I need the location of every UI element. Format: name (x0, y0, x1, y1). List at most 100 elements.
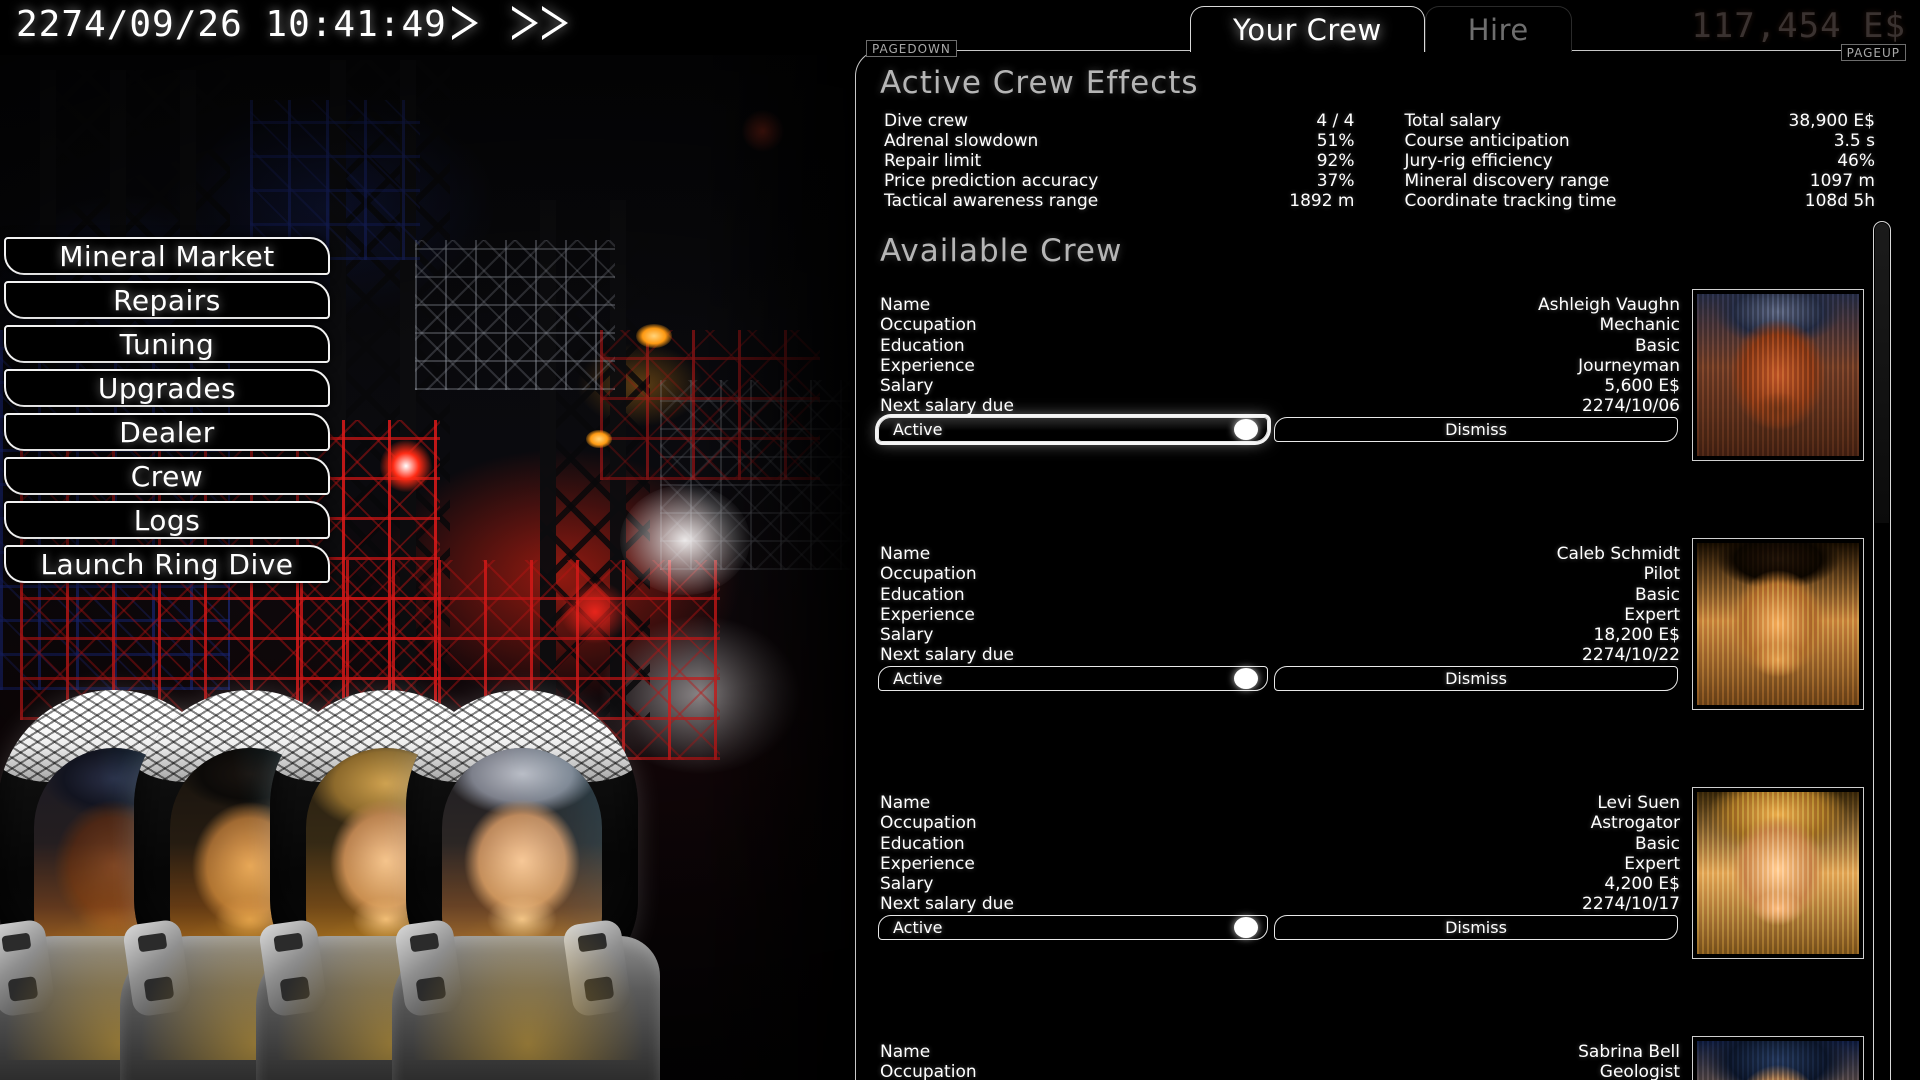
field-label: Salary (880, 625, 933, 645)
effect-value: 3.5 s (1834, 131, 1875, 151)
available-crew-list: Name Ashleigh Vaughn Occupation Mechanic… (856, 289, 1886, 1080)
crew-portrait (1692, 787, 1864, 959)
active-toggle[interactable]: Active (878, 915, 1268, 940)
crew-actions: Active Dismiss (878, 666, 1678, 692)
menu-item-tuning[interactable]: Tuning (4, 325, 330, 363)
fast-forward-icon[interactable] (512, 6, 568, 42)
field-label: Education (880, 585, 965, 605)
effect-row: Coordinate tracking time 108d 5h (1401, 191, 1876, 211)
effect-row: Jury-rig efficiency 46% (1401, 151, 1876, 171)
crew-fields: Name Sabrina Bell Occupation Geologist (880, 1042, 1680, 1080)
dismiss-button[interactable]: Dismiss (1274, 666, 1678, 691)
crew-field-salary: Salary 5,600 E$ (880, 376, 1680, 396)
crew-field-occupation: Occupation Pilot (880, 564, 1680, 584)
field-label: Next salary due (880, 396, 1014, 416)
effect-row: Price prediction accuracy 37% (880, 171, 1355, 191)
field-label: Experience (880, 854, 975, 874)
field-label: Education (880, 834, 965, 854)
crew-field-experience: Experience Expert (880, 854, 1680, 874)
field-value: Sabrina Bell (1578, 1042, 1680, 1062)
field-label: Experience (880, 356, 975, 376)
effect-label: Repair limit (884, 151, 981, 171)
key-hint-pageup: PAGEUP (1841, 44, 1906, 61)
effect-label: Dive crew (884, 111, 968, 131)
field-label: Next salary due (880, 894, 1014, 914)
crew-field-next-salary-due: Next salary due 2274/10/22 (880, 645, 1680, 665)
effects-column-left: Dive crew 4 / 4 Adrenal slowdown 51% Rep… (880, 111, 1355, 211)
crew-field-next-salary-due: Next salary due 2274/10/06 (880, 396, 1680, 416)
crew-actions: Active Dismiss (878, 915, 1678, 941)
effect-value: 108d 5h (1805, 191, 1875, 211)
tab-your-crew[interactable]: Your Crew (1190, 6, 1425, 52)
effect-label: Tactical awareness range (884, 191, 1098, 211)
active-toggle[interactable]: Active (878, 417, 1268, 442)
menu-item-dealer[interactable]: Dealer (4, 413, 330, 451)
field-value: 18,200 E$ (1594, 625, 1680, 645)
effect-row: Repair limit 92% (880, 151, 1355, 171)
ff-triangle-icon-1 (512, 6, 538, 40)
effect-label: Price prediction accuracy (884, 171, 1098, 191)
active-crew-effects-stats: Dive crew 4 / 4 Adrenal slowdown 51% Rep… (856, 101, 1905, 211)
tab-bar: Your Crew Hire (1190, 0, 1572, 52)
toggle-knob (1234, 419, 1258, 440)
crew-card: Name Caleb Schmidt Occupation Pilot Educ… (856, 538, 1886, 787)
menu-item-upgrades[interactable]: Upgrades (4, 369, 330, 407)
dismiss-button[interactable]: Dismiss (1274, 417, 1678, 442)
dismiss-button[interactable]: Dismiss (1274, 915, 1678, 940)
effect-label: Jury-rig efficiency (1405, 151, 1553, 171)
available-crew-title: Available Crew (856, 211, 1905, 269)
crew-field-occupation: Occupation Mechanic (880, 315, 1680, 335)
active-crew-effects-title: Active Crew Effects (856, 51, 1905, 101)
credits-balance: 117,454 E$ (1691, 6, 1906, 46)
field-label: Occupation (880, 1062, 977, 1080)
effect-row: Course anticipation 3.5 s (1401, 131, 1876, 151)
field-value: Caleb Schmidt (1557, 544, 1680, 564)
field-label: Name (880, 1042, 930, 1062)
crew-suits-display (0, 660, 770, 1080)
field-value: Expert (1624, 605, 1680, 625)
field-value: Geologist (1600, 1062, 1680, 1080)
play-icon[interactable] (452, 6, 480, 42)
effect-value: 1097 m (1810, 171, 1875, 191)
tab-hire[interactable]: Hire (1425, 6, 1572, 52)
field-value: 5,600 E$ (1604, 376, 1680, 396)
ff-triangle-icon-2 (542, 6, 568, 40)
crew-card: Name Ashleigh Vaughn Occupation Mechanic… (856, 289, 1886, 538)
menu-item-mineral-market[interactable]: Mineral Market (4, 237, 330, 275)
effect-value: 92% (1317, 151, 1355, 171)
crew-field-salary: Salary 18,200 E$ (880, 625, 1680, 645)
menu-item-crew[interactable]: Crew (4, 457, 330, 495)
key-hint-pagedown: PAGEDOWN (866, 40, 957, 57)
field-label: Occupation (880, 315, 977, 335)
effect-row: Dive crew 4 / 4 (880, 111, 1355, 131)
crew-panel: Active Crew Effects Dive crew 4 / 4 Adre… (855, 50, 1905, 1080)
field-label: Experience (880, 605, 975, 625)
panel-scrollbar[interactable] (1873, 221, 1891, 1080)
crew-field-next-salary-due: Next salary due 2274/10/17 (880, 894, 1680, 914)
crew-field-occupation: Occupation Geologist (880, 1062, 1680, 1080)
crew-portrait (1692, 538, 1864, 710)
menu-item-logs[interactable]: Logs (4, 501, 330, 539)
crew-field-name: Name Ashleigh Vaughn (880, 295, 1680, 315)
crew-fields: Name Caleb Schmidt Occupation Pilot Educ… (880, 544, 1680, 666)
scrollbar-thumb[interactable] (1875, 223, 1889, 523)
active-toggle[interactable]: Active (878, 666, 1268, 691)
portrait-image (1697, 1041, 1859, 1080)
effect-value: 51% (1317, 131, 1355, 151)
effect-label: Adrenal slowdown (884, 131, 1038, 151)
field-label: Salary (880, 874, 933, 894)
field-label: Occupation (880, 813, 977, 833)
crew-card: Name Levi Suen Occupation Astrogator Edu… (856, 787, 1886, 1036)
effect-row: Mineral discovery range 1097 m (1401, 171, 1876, 191)
crew-field-salary: Salary 4,200 E$ (880, 874, 1680, 894)
field-value: 2274/10/22 (1582, 645, 1680, 665)
play-triangle-icon (452, 6, 478, 40)
effect-value: 46% (1837, 151, 1875, 171)
effect-value: 37% (1317, 171, 1355, 191)
menu-item-repairs[interactable]: Repairs (4, 281, 330, 319)
effect-label: Mineral discovery range (1405, 171, 1610, 191)
crew-field-experience: Experience Journeyman (880, 356, 1680, 376)
active-toggle-label: Active (879, 918, 943, 937)
menu-item-launch-ring-dive[interactable]: Launch Ring Dive (4, 545, 330, 583)
field-label: Name (880, 295, 930, 315)
